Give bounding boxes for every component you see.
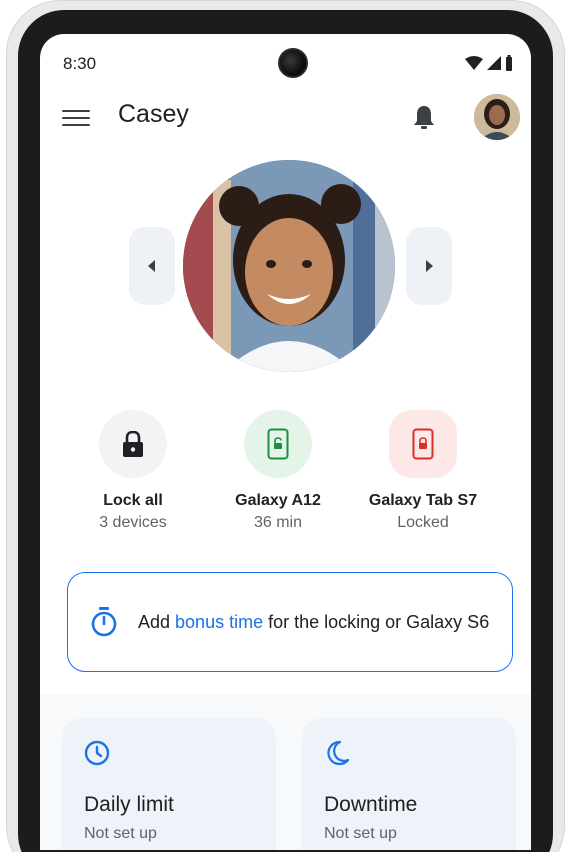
device-icon-circle — [244, 410, 312, 478]
chevron-right-icon — [426, 260, 433, 272]
next-profile-button[interactable] — [406, 227, 452, 305]
device-status: 3 devices — [99, 514, 167, 531]
tile-status: Not set up — [84, 825, 157, 842]
tile-title: Daily limit — [84, 793, 174, 816]
device-status: 36 min — [253, 514, 303, 531]
device-galaxy-tab-s7[interactable]: Galaxy Tab S7 Locked — [348, 410, 498, 532]
tile-title: Downtime — [324, 793, 418, 816]
device-name: Galaxy A12 — [235, 492, 321, 509]
downtime-tile[interactable]: Downtime Not set up — [302, 718, 516, 850]
bonus-time-link[interactable]: bonus time — [175, 612, 263, 632]
page-title: Casey — [118, 100, 189, 128]
lock-icon — [123, 431, 143, 457]
clock-icon — [84, 740, 110, 766]
timer-icon — [91, 607, 117, 637]
tile-status: Not set up — [324, 825, 397, 842]
notifications-button[interactable] — [412, 104, 436, 132]
device-status: Locked — [397, 514, 449, 531]
device-lock-all[interactable]: Lock all 3 devices — [58, 410, 208, 532]
status-icons — [465, 55, 513, 71]
moon-icon — [327, 740, 350, 766]
status-time: 8:30 — [63, 54, 97, 73]
device-name: Galaxy Tab S7 — [368, 492, 478, 509]
device-name: Lock all — [103, 492, 163, 509]
phone-locked-icon — [412, 428, 434, 460]
wifi-icon — [465, 56, 483, 70]
device-icon-circle — [389, 410, 457, 478]
device-galaxy-a12[interactable]: Galaxy A12 36 min — [203, 410, 353, 532]
signal-icon — [487, 56, 501, 70]
bonus-time-card[interactable]: Add bonus time for the locking or Galaxy… — [67, 572, 513, 672]
bell-icon — [414, 106, 434, 129]
bonus-text: Add bonus time for the locking or Galaxy… — [138, 612, 490, 632]
menu-icon — [62, 110, 90, 112]
phone-screen: 8:30 Casey Lock all 3 devices Galaxy A12… — [40, 34, 531, 850]
account-avatar[interactable] — [474, 94, 520, 140]
device-icon-circle — [99, 410, 167, 478]
phone-unlocked-icon — [267, 428, 289, 460]
chevron-left-icon — [148, 260, 155, 272]
menu-button[interactable] — [62, 106, 90, 130]
battery-icon — [506, 55, 512, 71]
child-profile-photo — [183, 160, 395, 372]
daily-limit-tile[interactable]: Daily limit Not set up — [62, 718, 276, 850]
front-camera — [278, 48, 308, 78]
previous-profile-button[interactable] — [129, 227, 175, 305]
